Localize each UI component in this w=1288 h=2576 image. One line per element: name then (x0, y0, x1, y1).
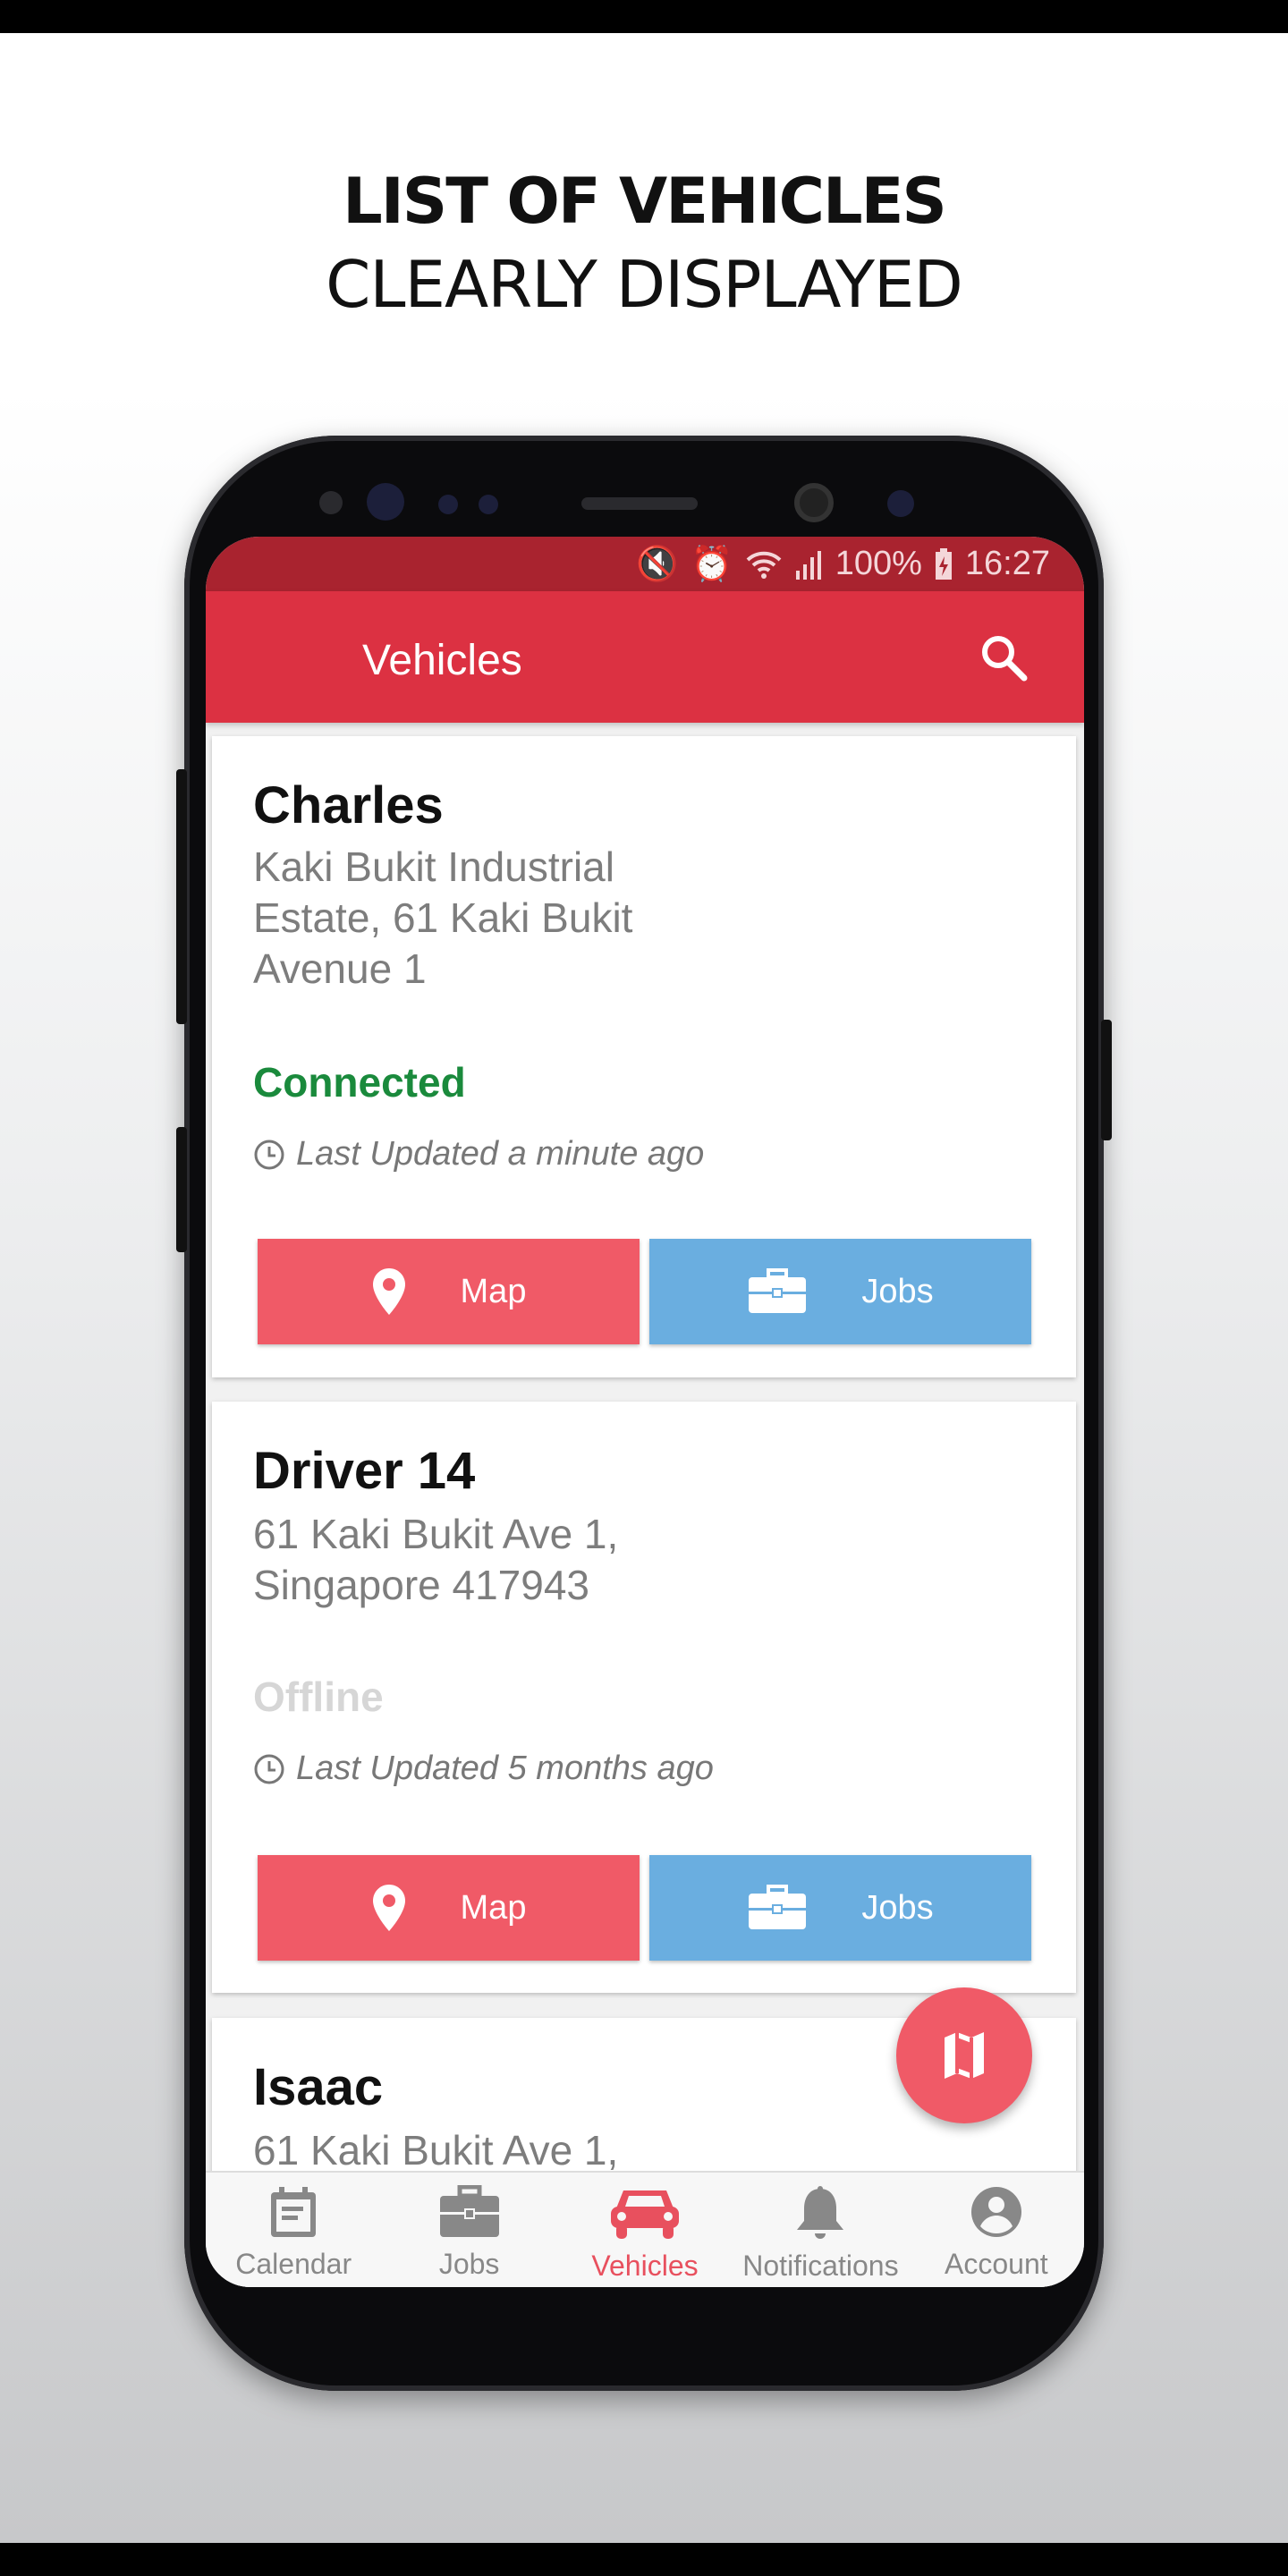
nav-label: Notifications (742, 2250, 899, 2282)
jobs-button-label: Jobs (861, 1888, 934, 1927)
status-bar: 🔇 ⏰ 100% 16:27 (206, 537, 1084, 591)
sensor (479, 495, 498, 514)
vehicle-address: 61 Kaki Bukit Ave 1, Singapore 417943 (253, 1509, 700, 1611)
sensor (438, 495, 458, 514)
address-line: Kaki Bukit Industrial (253, 843, 614, 890)
sensor (319, 491, 343, 514)
map-button[interactable]: Map (258, 1855, 640, 1961)
vehicle-card[interactable]: Driver 14 61 Kaki Bukit Ave 1, Singapore… (212, 1402, 1076, 1993)
vehicle-name: Isaac (253, 2058, 384, 2116)
sensor (887, 490, 914, 517)
iris-sensor (367, 483, 404, 521)
nav-calendar[interactable]: Calendar (206, 2173, 381, 2287)
clock: 16:27 (964, 545, 1050, 582)
briefcase-icon (749, 1268, 807, 1313)
signal-icon (795, 550, 821, 580)
nav-account[interactable]: Account (909, 2173, 1084, 2287)
speaker (581, 497, 698, 510)
alarm-icon: ⏰ (691, 545, 733, 583)
last-updated: Last Updated 5 months ago (253, 1750, 714, 1788)
address-line: Estate, 61 Kaki Bukit (253, 894, 633, 941)
map-fab-button[interactable] (896, 1987, 1032, 2123)
nav-notifications[interactable]: Notifications (733, 2173, 908, 2287)
map-icon (945, 2032, 984, 2079)
bottom-bar (0, 2543, 1288, 2576)
app-bar: Vehicles (206, 591, 1084, 723)
account-icon (970, 2187, 1021, 2237)
map-button-label: Map (460, 1888, 527, 1927)
jobs-button-label: Jobs (861, 1272, 934, 1310)
bottom-nav: Calendar Jobs Vehicles Notifications Acc… (206, 2171, 1084, 2287)
mute-vibrate-icon: 🔇 (636, 545, 679, 583)
battery-percent: 100% (835, 545, 922, 582)
status-badge: Offline (253, 1674, 384, 1720)
front-camera (794, 483, 834, 522)
nav-vehicles[interactable]: Vehicles (557, 2173, 733, 2287)
clock-icon (254, 1140, 284, 1169)
jobs-button[interactable]: Jobs (649, 1855, 1031, 1961)
headline-title: LIST OF VEHICLES (343, 165, 947, 238)
last-updated: Last Updated a minute ago (253, 1135, 704, 1174)
headline-subtitle: CLEARLY DISPLAYED (326, 247, 963, 322)
nav-label: Calendar (235, 2248, 352, 2280)
phone-screen: 🔇 ⏰ 100% 16:27 Vehicles Charles Kaki Buk… (206, 537, 1084, 2287)
last-updated-text: Last Updated a minute ago (296, 1135, 705, 1173)
nav-jobs[interactable]: Jobs (381, 2173, 556, 2287)
car-icon (611, 2190, 680, 2239)
top-bar (0, 0, 1288, 33)
nav-label: Vehicles (591, 2250, 699, 2282)
last-updated-text: Last Updated 5 months ago (296, 1750, 714, 1787)
address-line: Avenue 1 (253, 945, 427, 992)
nav-label: Account (945, 2248, 1048, 2280)
clock-icon (254, 1754, 284, 1784)
map-button[interactable]: Map (258, 1239, 640, 1344)
bixby-button (176, 1127, 187, 1252)
status-badge: Connected (253, 1059, 466, 1106)
wifi-icon (746, 551, 782, 579)
vehicle-address: 61 Kaki Bukit Ave 1, (253, 2125, 700, 2176)
vehicle-address: Kaki Bukit Industrial Estate, 61 Kaki Bu… (253, 842, 700, 995)
page-title: Vehicles (362, 637, 522, 684)
search-icon[interactable] (977, 631, 1030, 684)
map-button-label: Map (460, 1272, 527, 1310)
jobs-button[interactable]: Jobs (649, 1239, 1031, 1344)
map-pin-icon (372, 1885, 405, 1931)
map-pin-icon (372, 1268, 405, 1315)
vehicle-card[interactable]: Charles Kaki Bukit Industrial Estate, 61… (212, 736, 1076, 1377)
vehicle-name: Driver 14 (253, 1442, 476, 1500)
calendar-icon (271, 2187, 317, 2237)
briefcase-icon (439, 2185, 499, 2237)
nav-label: Jobs (438, 2248, 500, 2280)
power-button (1101, 1020, 1112, 1140)
bell-icon (797, 2186, 844, 2239)
vehicle-name: Charles (253, 776, 444, 835)
volume-button (176, 769, 187, 1024)
address-line: 61 Kaki Bukit Ave 1, (253, 1511, 619, 1557)
briefcase-icon (749, 1885, 807, 1929)
address-line: Singapore 417943 (253, 1562, 589, 1608)
address-line: 61 Kaki Bukit Ave 1, (253, 2127, 619, 2174)
battery-charging-icon (935, 547, 952, 580)
